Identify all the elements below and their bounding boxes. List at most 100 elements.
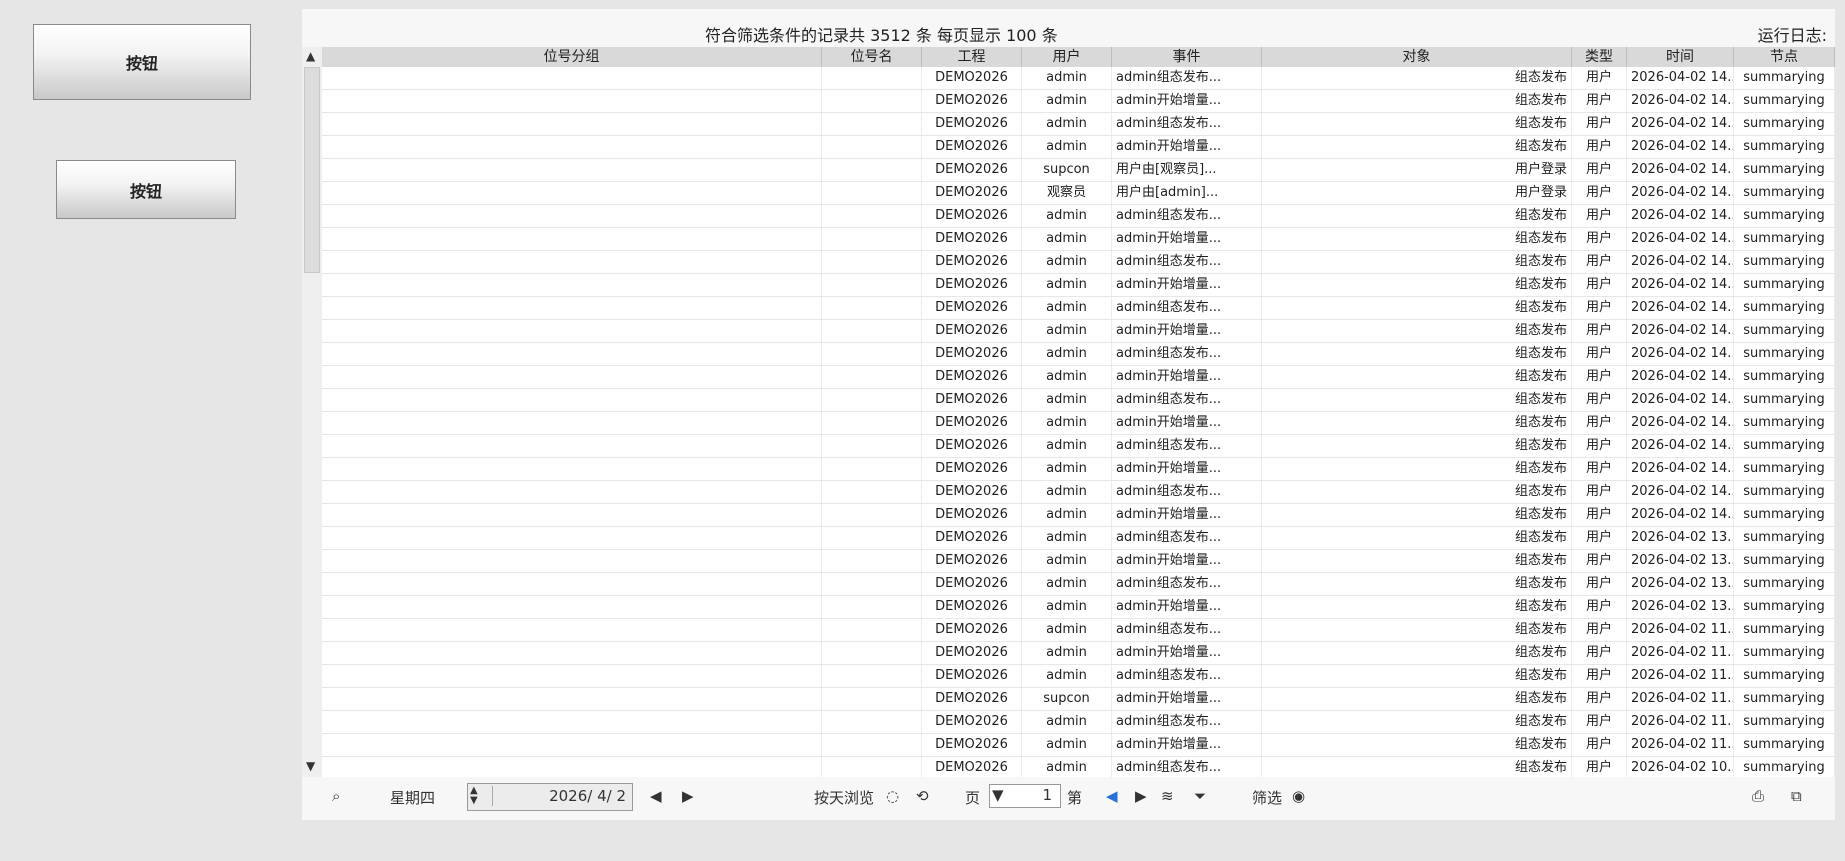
table-row[interactable]: summarying 2026-04-02 14... 用户 组态发布 admin开始增… bbox=[322, 320, 1835, 343]
scroll-up-icon[interactable]: ▲ bbox=[306, 49, 315, 63]
column-header[interactable]: 位号分组 bbox=[322, 47, 822, 67]
column-header[interactable]: 节点 bbox=[1734, 47, 1835, 67]
export-icon[interactable]: ⧉ bbox=[1791, 787, 1802, 805]
table-row[interactable]: summarying 2026-04-02 14... 用户 组态发布 admin组态发… bbox=[322, 343, 1835, 366]
table-cell: DEMO2026 bbox=[922, 573, 1022, 595]
table-cell: 2026-04-02 13... bbox=[1627, 596, 1734, 618]
table-cell: admin组态发布... bbox=[1112, 113, 1262, 135]
radio-icon[interactable]: ◌ bbox=[886, 787, 899, 805]
table-cell: 组态发布 bbox=[1262, 274, 1572, 296]
table-cell: DEMO2026 bbox=[922, 711, 1022, 733]
table-row[interactable]: summarying 2026-04-02 14... 用户 组态发布 admin组态发… bbox=[322, 481, 1835, 504]
table-row[interactable]: summarying 2026-04-02 14... 用户 组态发布 admin组态发… bbox=[322, 435, 1835, 458]
prev-icon[interactable]: ◀ bbox=[650, 787, 662, 805]
table-cell: 用户由[观察员]... bbox=[1112, 159, 1262, 181]
table-row[interactable]: summarying 2026-04-02 14... 用户 组态发布 admin开始增… bbox=[322, 458, 1835, 481]
vertical-scrollbar[interactable]: ▲ ▼ bbox=[302, 47, 322, 777]
table-cell bbox=[322, 435, 822, 457]
table-cell: 组态发布 bbox=[1262, 757, 1572, 777]
table-row[interactable]: summarying 2026-04-02 11... 用户 组态发布 admin开始增… bbox=[322, 688, 1835, 711]
page-prev-icon[interactable]: ◀ bbox=[1106, 787, 1118, 805]
table-cell bbox=[322, 366, 822, 388]
column-header[interactable]: 工程 bbox=[922, 47, 1022, 67]
scroll-thumb[interactable] bbox=[304, 67, 320, 273]
refresh-icon[interactable]: ⟲ bbox=[916, 787, 929, 805]
scroll-down-icon[interactable]: ▼ bbox=[306, 759, 315, 773]
table-cell: admin bbox=[1022, 113, 1112, 135]
column-header[interactable]: 类型 bbox=[1572, 47, 1627, 67]
table-row[interactable]: summarying 2026-04-02 14... 用户 组态发布 admin组态发… bbox=[322, 389, 1835, 412]
filter-label[interactable]: 筛选 bbox=[1252, 787, 1282, 808]
table-cell bbox=[822, 274, 922, 296]
dropdown-icon[interactable]: ▼ bbox=[992, 786, 1004, 804]
table-cell: admin开始增量... bbox=[1112, 642, 1262, 664]
table-row[interactable]: summarying 2026-04-02 14... 用户 组态发布 admin开始增… bbox=[322, 412, 1835, 435]
table-row[interactable]: summarying 2026-04-02 14... 用户 组态发布 admin开始增… bbox=[322, 90, 1835, 113]
column-header[interactable]: 时间 bbox=[1627, 47, 1734, 67]
table-cell: summarying bbox=[1734, 688, 1835, 710]
table-row[interactable]: summarying 2026-04-02 14... 用户 组态发布 admin组态发… bbox=[322, 113, 1835, 136]
page-prefix: 第 bbox=[1067, 789, 1083, 807]
table-cell: DEMO2026 bbox=[922, 458, 1022, 480]
table-cell: DEMO2026 bbox=[922, 527, 1022, 549]
table-cell: summarying bbox=[1734, 550, 1835, 572]
table-cell bbox=[322, 504, 822, 526]
table-cell: 2026-04-02 10... bbox=[1627, 757, 1734, 777]
date-spinner-arrows[interactable]: ▲ ▼ bbox=[470, 786, 493, 806]
table-row[interactable]: summarying 2026-04-02 14... 用户 组态发布 admin开始增… bbox=[322, 366, 1835, 389]
table-cell: admin bbox=[1022, 550, 1112, 572]
column-header[interactable]: 位号名 bbox=[822, 47, 922, 67]
table-row[interactable]: summarying 2026-04-02 11... 用户 组态发布 admin开始增… bbox=[322, 734, 1835, 757]
table-cell: DEMO2026 bbox=[922, 320, 1022, 342]
table-cell bbox=[822, 435, 922, 457]
sort-icon[interactable]: ≋ bbox=[1161, 787, 1174, 805]
table-cell bbox=[822, 711, 922, 733]
date-spinner[interactable]: ▲ ▼ 2026/ 4/ 2 bbox=[467, 783, 633, 811]
table-row[interactable]: summarying 2026-04-02 10... 用户 组态发布 admin组态发… bbox=[322, 757, 1835, 777]
table-row[interactable]: summarying 2026-04-02 14... 用户 用户登录 用户由[admi… bbox=[322, 182, 1835, 205]
table-row[interactable]: summarying 2026-04-02 13... 用户 组态发布 admin开始增… bbox=[322, 550, 1835, 573]
table-cell bbox=[822, 665, 922, 687]
table-row[interactable]: summarying 2026-04-02 14... 用户 用户登录 用户由[观察员]… bbox=[322, 159, 1835, 182]
table-row[interactable]: summarying 2026-04-02 14... 用户 组态发布 admin组态发… bbox=[322, 67, 1835, 90]
table-cell: 组态发布 bbox=[1262, 734, 1572, 756]
page-selector[interactable]: ▼ 1 bbox=[989, 784, 1061, 808]
table-row[interactable]: summarying 2026-04-02 13... 用户 组态发布 admin组态发… bbox=[322, 573, 1835, 596]
filter-radio-icon[interactable]: ◉ bbox=[1292, 787, 1305, 805]
button-2[interactable]: 按钮 bbox=[56, 160, 236, 219]
table-row[interactable]: summarying 2026-04-02 14... 用户 组态发布 admin开始增… bbox=[322, 274, 1835, 297]
table-cell: summarying bbox=[1734, 274, 1835, 296]
column-header[interactable]: 对象 bbox=[1262, 47, 1572, 67]
table-row[interactable]: summarying 2026-04-02 14... 用户 组态发布 admin开始增… bbox=[322, 136, 1835, 159]
table-row[interactable]: summarying 2026-04-02 14... 用户 组态发布 admin开始增… bbox=[322, 504, 1835, 527]
table-row[interactable]: summarying 2026-04-02 11... 用户 组态发布 admin组态发… bbox=[322, 711, 1835, 734]
table-cell bbox=[822, 757, 922, 777]
button-1[interactable]: 按钮 bbox=[33, 24, 251, 100]
table-cell: 2026-04-02 11... bbox=[1627, 665, 1734, 687]
funnel-icon[interactable]: ⏷ bbox=[1194, 787, 1206, 805]
table-row[interactable]: summarying 2026-04-02 11... 用户 组态发布 admin组态发… bbox=[322, 619, 1835, 642]
table-row[interactable]: summarying 2026-04-02 11... 用户 组态发布 admin开始增… bbox=[322, 642, 1835, 665]
table-row[interactable]: summarying 2026-04-02 14... 用户 组态发布 admin组态发… bbox=[322, 297, 1835, 320]
table-cell: summarying bbox=[1734, 67, 1835, 89]
table-row[interactable]: summarying 2026-04-02 14... 用户 组态发布 admin开始增… bbox=[322, 228, 1835, 251]
page-next-icon[interactable]: ▶ bbox=[1135, 787, 1147, 805]
table-row[interactable]: summarying 2026-04-02 14... 用户 组态发布 admin组态发… bbox=[322, 251, 1835, 274]
binoculars-icon[interactable]: ⌕ bbox=[332, 787, 340, 805]
by-day-label[interactable]: 按天浏览 bbox=[814, 787, 874, 808]
table-cell: admin开始增量... bbox=[1112, 90, 1262, 112]
table-row[interactable]: summarying 2026-04-02 13... 用户 组态发布 admin组态发… bbox=[322, 527, 1835, 550]
table-cell: DEMO2026 bbox=[922, 182, 1022, 204]
next-icon[interactable]: ▶ bbox=[682, 787, 694, 805]
table-cell: summarying bbox=[1734, 366, 1835, 388]
table-row[interactable]: summarying 2026-04-02 11... 用户 组态发布 admin组态发… bbox=[322, 665, 1835, 688]
table-cell: 组态发布 bbox=[1262, 343, 1572, 365]
print-icon[interactable]: ⎙ bbox=[1752, 787, 1764, 805]
column-header[interactable]: 用户 bbox=[1022, 47, 1112, 67]
table-row[interactable]: summarying 2026-04-02 13... 用户 组态发布 admin开始增… bbox=[322, 596, 1835, 619]
table-cell: DEMO2026 bbox=[922, 550, 1022, 572]
table-row[interactable]: summarying 2026-04-02 14... 用户 组态发布 admin组态发… bbox=[322, 205, 1835, 228]
table-cell bbox=[822, 320, 922, 342]
table-cell: 组态发布 bbox=[1262, 711, 1572, 733]
column-header[interactable]: 事件 bbox=[1112, 47, 1262, 67]
